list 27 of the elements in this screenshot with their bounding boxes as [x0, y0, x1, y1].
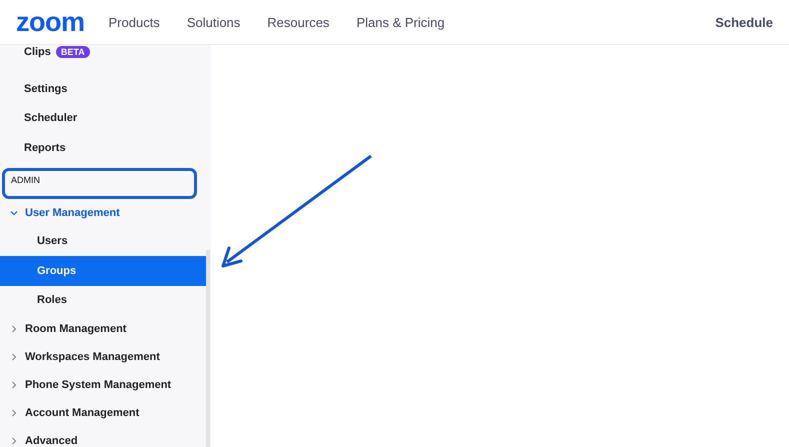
nav-link[interactable]: Products [108, 14, 160, 30]
sidebar-subitem[interactable]: Roles [0, 286, 207, 315]
sidebar-item[interactable]: Workspaces Management [0, 343, 211, 371]
chevron-icon [10, 409, 18, 417]
sidebar-item[interactable]: Room Management [0, 315, 211, 343]
sidebar-item[interactable]: Settings [0, 74, 211, 104]
sidebar-item[interactable]: Clips BETA [0, 45, 211, 59]
section-header: ADMIN [2, 168, 197, 198]
nav-link[interactable]: Plans & Pricing [356, 14, 445, 30]
sidebar-item[interactable]: Scheduler [0, 104, 211, 133]
chevron-icon [10, 381, 18, 389]
chevron-icon [10, 208, 18, 216]
sidebar-item[interactable]: Advanced [0, 427, 211, 447]
chevron-icon [10, 353, 18, 361]
sidebar-item[interactable]: Phone System Management [0, 371, 211, 399]
nav-link[interactable]: Solutions [186, 14, 240, 30]
nav-link[interactable]: Resources [267, 14, 330, 30]
sidebar-item[interactable]: User Management [0, 198, 211, 226]
sidebar-subitem[interactable]: Users [0, 226, 207, 256]
sidebar-item[interactable]: Account Management [0, 399, 211, 427]
sidebar-item[interactable]: Reports [0, 133, 211, 162]
schedule-link[interactable]: Schedule [715, 14, 773, 30]
logo[interactable]: zoom [16, 8, 84, 36]
sidebar-subitem[interactable]: Groups [0, 256, 207, 286]
chevron-icon [10, 325, 18, 333]
chevron-icon [10, 437, 18, 445]
beta-badge: BETA [56, 46, 90, 58]
